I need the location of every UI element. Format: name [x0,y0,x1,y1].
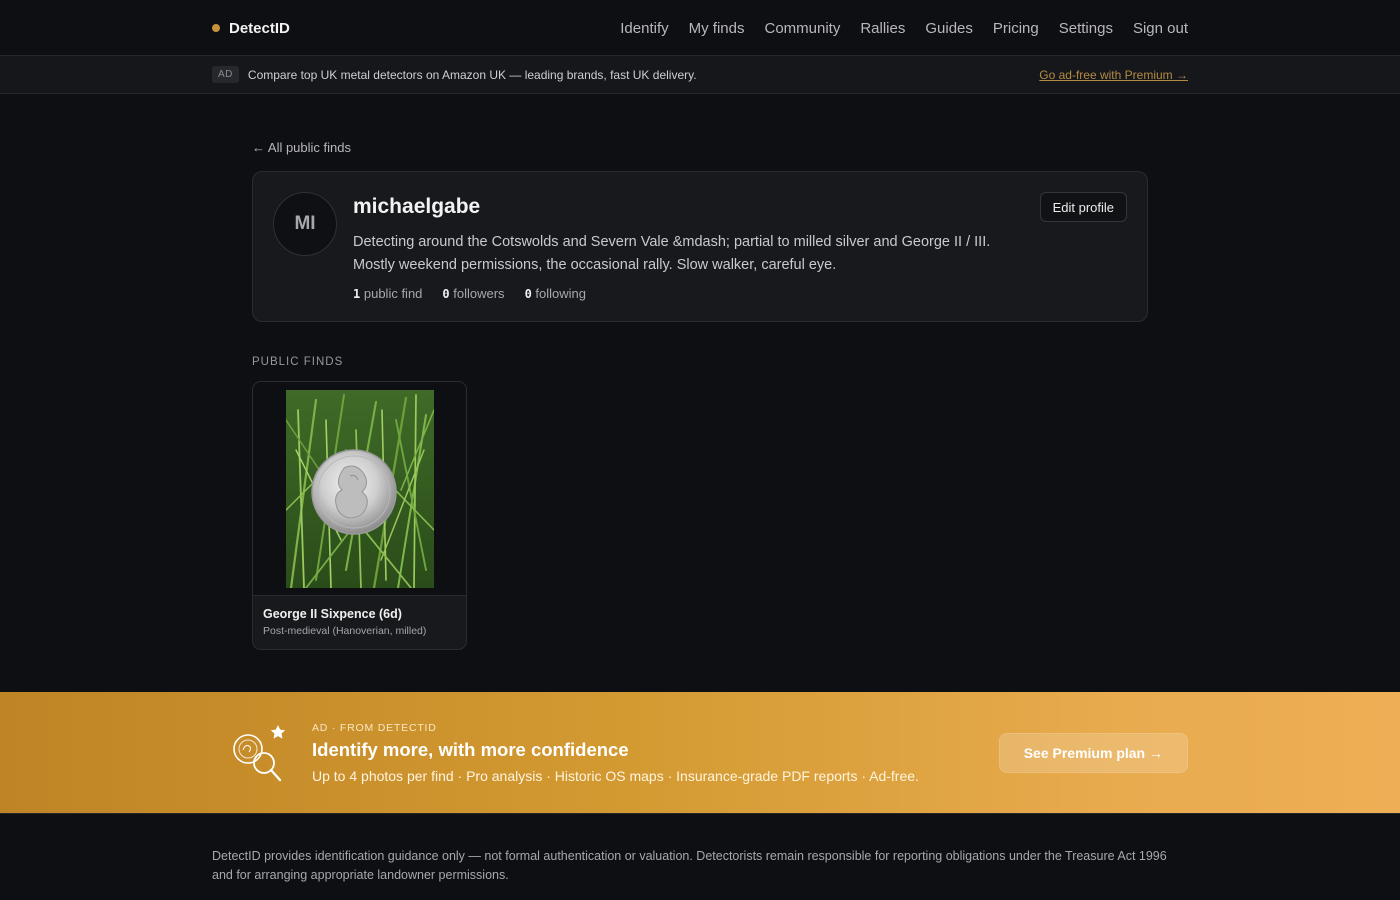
brand-dot-icon [212,24,220,32]
nav-my-finds[interactable]: My finds [689,20,745,37]
go-ad-free-link[interactable]: Go ad-free with Premium → [1039,68,1188,82]
stat-followers[interactable]: 0 followers [442,286,504,301]
premium-title: Identify more, with more confidence [312,738,629,760]
profile-username: michaelgabe [353,195,481,218]
stat-following-label: following [535,286,587,301]
nav-settings[interactable]: Settings [1059,20,1113,37]
nav-identify[interactable]: Identify [620,20,668,37]
stat-followers-label: followers [453,286,505,301]
stat-following-count: 0 [524,287,532,301]
nav-rallies[interactable]: Rallies [860,20,905,37]
footer-disclaimer: DetectID provides identification guidanc… [212,849,1167,882]
ad-badge: AD [212,66,239,83]
find-image-frame [253,382,466,596]
premium-eyebrow: AD · FROM DETECTID [312,721,437,734]
premium-ad-banner: AD · FROM DETECTID Identify more, with m… [0,692,1400,813]
top-nav-bar: DetectID Identify My finds Community Ral… [0,0,1400,56]
magnifier-coin-star-icon [233,724,286,781]
back-to-public-finds-link[interactable]: ← All public finds [252,140,351,155]
ad-text[interactable]: Compare top UK metal detectors on Amazon… [248,68,697,82]
main-nav: Identify My finds Community Rallies Guid… [620,20,1188,37]
find-title: George II Sixpence (6d) [263,607,402,621]
nav-pricing[interactable]: Pricing [993,20,1039,37]
stat-followers-count: 0 [442,287,450,301]
main-content: ← All public finds MI michaelgabe Detect… [252,94,1148,650]
premium-copy: AD · FROM DETECTID Identify more, with m… [312,722,999,784]
ad-strip: AD Compare top UK metal detectors on Ama… [0,56,1400,94]
find-period: Post-medieval (Hanoverian, milled) [263,625,427,637]
profile-card: MI michaelgabe Detecting around the Cots… [252,171,1148,322]
brand-logo[interactable]: DetectID [212,20,290,37]
find-card[interactable]: George II Sixpence (6d) Post-medieval (H… [252,381,467,650]
premium-features: Up to 4 photos per find · Pro analysis ·… [312,767,919,784]
nav-guides[interactable]: Guides [925,20,973,37]
stat-finds-count: 1 [353,287,361,301]
footer: DetectID provides identification guidanc… [0,813,1400,900]
nav-sign-out[interactable]: Sign out [1133,20,1188,37]
stat-public-finds[interactable]: 1 public find [353,286,422,301]
stat-finds-label: public find [363,286,423,301]
avatar-initials: MI [294,213,316,234]
edit-profile-button[interactable]: Edit profile [1039,192,1127,222]
brand-name: DetectID [229,19,290,37]
profile-stats: 1 public find 0 followers 0 following [353,286,1127,301]
stat-following[interactable]: 0 following [525,286,586,301]
avatar: MI [273,192,337,256]
see-premium-plan-button[interactable]: See Premium plan → [998,732,1188,773]
public-finds-heading: PUBLIC FINDS [252,356,344,368]
find-photo-coin-on-grass [285,390,434,588]
nav-community[interactable]: Community [764,20,840,37]
profile-bio: Detecting around the Cotswolds and Sever… [353,234,991,273]
